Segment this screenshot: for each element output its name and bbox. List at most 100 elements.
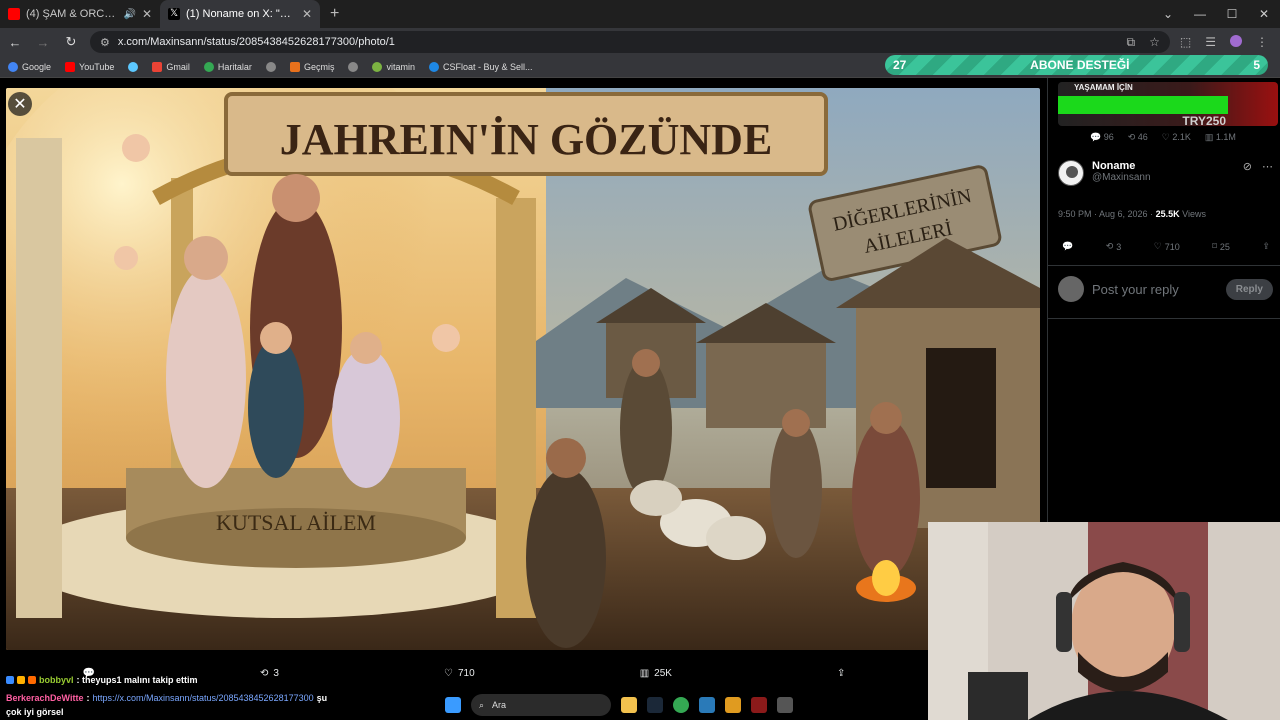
retweet-stat[interactable]: ⟲ 46 — [1128, 132, 1148, 143]
youtube-icon — [8, 8, 20, 20]
bookmark-label: Google — [22, 61, 52, 72]
chrome-icon[interactable] — [673, 697, 689, 713]
new-tab-button[interactable]: + — [320, 5, 349, 23]
reply-button[interactable]: 💬 — [1062, 241, 1073, 252]
bookmark-history[interactable]: Geçmiş — [289, 61, 335, 72]
close-viewer-button[interactable]: ✕ — [8, 92, 32, 116]
speaker-icon[interactable]: 🔊 — [123, 9, 135, 20]
avatar[interactable] — [1058, 160, 1084, 186]
app-icon[interactable] — [725, 697, 741, 713]
reading-list-icon[interactable]: ☰ — [1205, 35, 1216, 49]
chat-link[interactable]: https://x.com/Maxinsann/status/208543845… — [92, 693, 313, 703]
bookmark-label: Geçmiş — [303, 61, 335, 72]
tab-x[interactable]: 𝕏 (1) Noname on X: "@platcornw ✕ — [160, 0, 320, 28]
maximize-button[interactable]: ☐ — [1216, 7, 1248, 21]
pedestal-text: KUTSAL AİLEM — [216, 510, 376, 535]
url-text: x.com/Maxinsann/status/20854384526281773… — [117, 36, 395, 48]
reload-button[interactable]: ↻ — [62, 34, 80, 50]
globe-icon — [265, 61, 276, 72]
chat-username: BerkerachDeWitte — [6, 693, 84, 703]
install-icon[interactable]: ⧉ — [1127, 35, 1136, 50]
reply-input[interactable]: Post your reply — [1092, 282, 1218, 297]
bookmark-gmail[interactable]: Gmail — [152, 61, 190, 72]
author-name[interactable]: Noname — [1092, 160, 1151, 172]
retweet-button[interactable]: ⟲ 3 — [1106, 241, 1122, 252]
like-stat[interactable]: ♡ 2.1K — [1162, 132, 1191, 143]
share-button[interactable]: ⇪ — [1262, 241, 1270, 252]
views-stat[interactable]: ▥ 1.1M — [1205, 132, 1236, 143]
file-explorer-icon[interactable] — [621, 697, 637, 713]
view-count: 25K — [654, 667, 672, 679]
bookmark-star-icon[interactable]: ☆ — [1149, 35, 1160, 50]
heart-icon: ♡ — [1153, 241, 1162, 251]
goal-right-count: 5 — [1253, 58, 1260, 72]
chevron-down-icon[interactable]: ⌄ — [1152, 7, 1184, 21]
tweet-views-label: Views — [1182, 209, 1206, 219]
app-icon[interactable] — [751, 697, 767, 713]
steam-icon[interactable] — [647, 697, 663, 713]
bookmark-google[interactable]: Google — [8, 61, 52, 72]
windows-start-icon[interactable] — [445, 697, 461, 713]
bookmark-checkmark[interactable] — [128, 61, 139, 72]
chat-message: bobbyvl : theyups1 malını takip ettim — [6, 675, 198, 685]
window-controls: ⌄ — ☐ ✕ — [1152, 0, 1280, 28]
site-info-icon[interactable]: ⚙ — [100, 36, 110, 49]
bookmark-globe[interactable] — [265, 61, 276, 72]
search-icon: ⌕ — [479, 699, 485, 710]
tab-label: (4) ŞAM & ORCHI - SOKAĞ — [26, 8, 117, 20]
bookmark-vitamin[interactable]: vitamin — [372, 61, 415, 72]
bookmark-label: Gmail — [166, 61, 190, 72]
bookmark-globe-2[interactable] — [348, 61, 359, 72]
app-icon[interactable] — [777, 697, 793, 713]
share-icon: ⇪ — [837, 667, 846, 679]
tweet-photo[interactable]: JAHREIN'İN GÖZÜNDE KUTSAL AİLEM DİĞERLER… — [6, 88, 1040, 650]
url-bar[interactable]: ⚙ x.com/Maxinsann/status/208543845262817… — [90, 31, 1170, 53]
back-button[interactable]: ← — [6, 35, 24, 50]
more-options-icon[interactable]: ⋯ — [1262, 160, 1273, 186]
x-icon: 𝕏 — [168, 8, 180, 20]
taskbar: ⌕ Ara — [445, 692, 835, 718]
close-tab-icon[interactable]: ✕ — [302, 7, 312, 21]
reply-submit-button[interactable]: Reply — [1225, 278, 1273, 300]
webcam-feed — [928, 522, 1280, 720]
minimize-button[interactable]: — — [1184, 7, 1216, 21]
comment-icon: 💬 — [1062, 241, 1074, 251]
goal-title: ABONE DESTEĞİ — [1030, 58, 1130, 72]
views-action[interactable]: ▥ 25K — [640, 668, 672, 679]
reply-stat[interactable]: 💬 96 — [1090, 132, 1114, 143]
like-count: 710 — [1164, 241, 1180, 252]
google-icon — [8, 61, 18, 72]
browser-tab-strip: (4) ŞAM & ORCHI - SOKAĞ 🔊 ✕ 𝕏 (1) Noname… — [0, 0, 1280, 28]
close-tab-icon[interactable]: ✕ — [142, 7, 152, 21]
search-label: Ara — [492, 700, 507, 710]
like-action[interactable]: ♡ 710 — [444, 668, 475, 679]
bookmark-maps[interactable]: Haritalar — [203, 61, 252, 72]
app-icon[interactable] — [699, 697, 715, 713]
retweet-icon: ⟲ — [1105, 241, 1114, 251]
taskbar-search[interactable]: ⌕ Ara — [471, 694, 611, 716]
tweet-author: Noname @Maxinsann ⊘ ⋯ — [1058, 160, 1273, 186]
bookmark-youtube[interactable]: YouTube — [65, 61, 114, 72]
chat-text: : theyups1 malını takip ettim — [76, 675, 198, 685]
previous-tweet-media[interactable]: YAŞAMAM İÇİN TRY250 — [1058, 82, 1278, 126]
grok-icon[interactable]: ⊘ — [1243, 160, 1252, 186]
extensions-icon[interactable]: ⬚ — [1180, 35, 1191, 49]
bookmark-button[interactable]: ⌑ 25 — [1212, 241, 1230, 252]
painting-illustration: JAHREIN'İN GÖZÜNDE KUTSAL AİLEM DİĞERLER… — [6, 88, 1040, 650]
forward-button[interactable]: → — [34, 35, 52, 50]
tweet-sidebar: YAŞAMAM İÇİN TRY250 💬 96 ⟲ 46 ♡ 2.1K ▥ 1… — [1047, 78, 1280, 522]
like-button[interactable]: ♡ 710 — [1154, 241, 1180, 252]
close-window-button[interactable]: ✕ — [1248, 7, 1280, 21]
divider — [1048, 265, 1280, 266]
menu-icon[interactable]: ⋮ — [1256, 35, 1268, 49]
tweet-time[interactable]: 9:50 PM · Aug 6, 2026 · — [1058, 209, 1153, 219]
profile-avatar[interactable] — [1230, 35, 1242, 47]
bookmark-csfloat[interactable]: CSFloat - Buy & Sell... — [428, 61, 533, 72]
share-action[interactable]: ⇪ — [837, 668, 845, 679]
bookmark-label: vitamin — [386, 61, 415, 72]
tweet-meta: 9:50 PM · Aug 6, 2026 · 25.5K Views — [1058, 209, 1206, 219]
tab-label: (1) Noname on X: "@platcornw — [186, 8, 296, 20]
streamer-webcam — [928, 522, 1280, 720]
author-handle[interactable]: @Maxinsann — [1092, 172, 1151, 183]
tab-youtube[interactable]: (4) ŞAM & ORCHI - SOKAĞ 🔊 ✕ — [0, 0, 160, 28]
